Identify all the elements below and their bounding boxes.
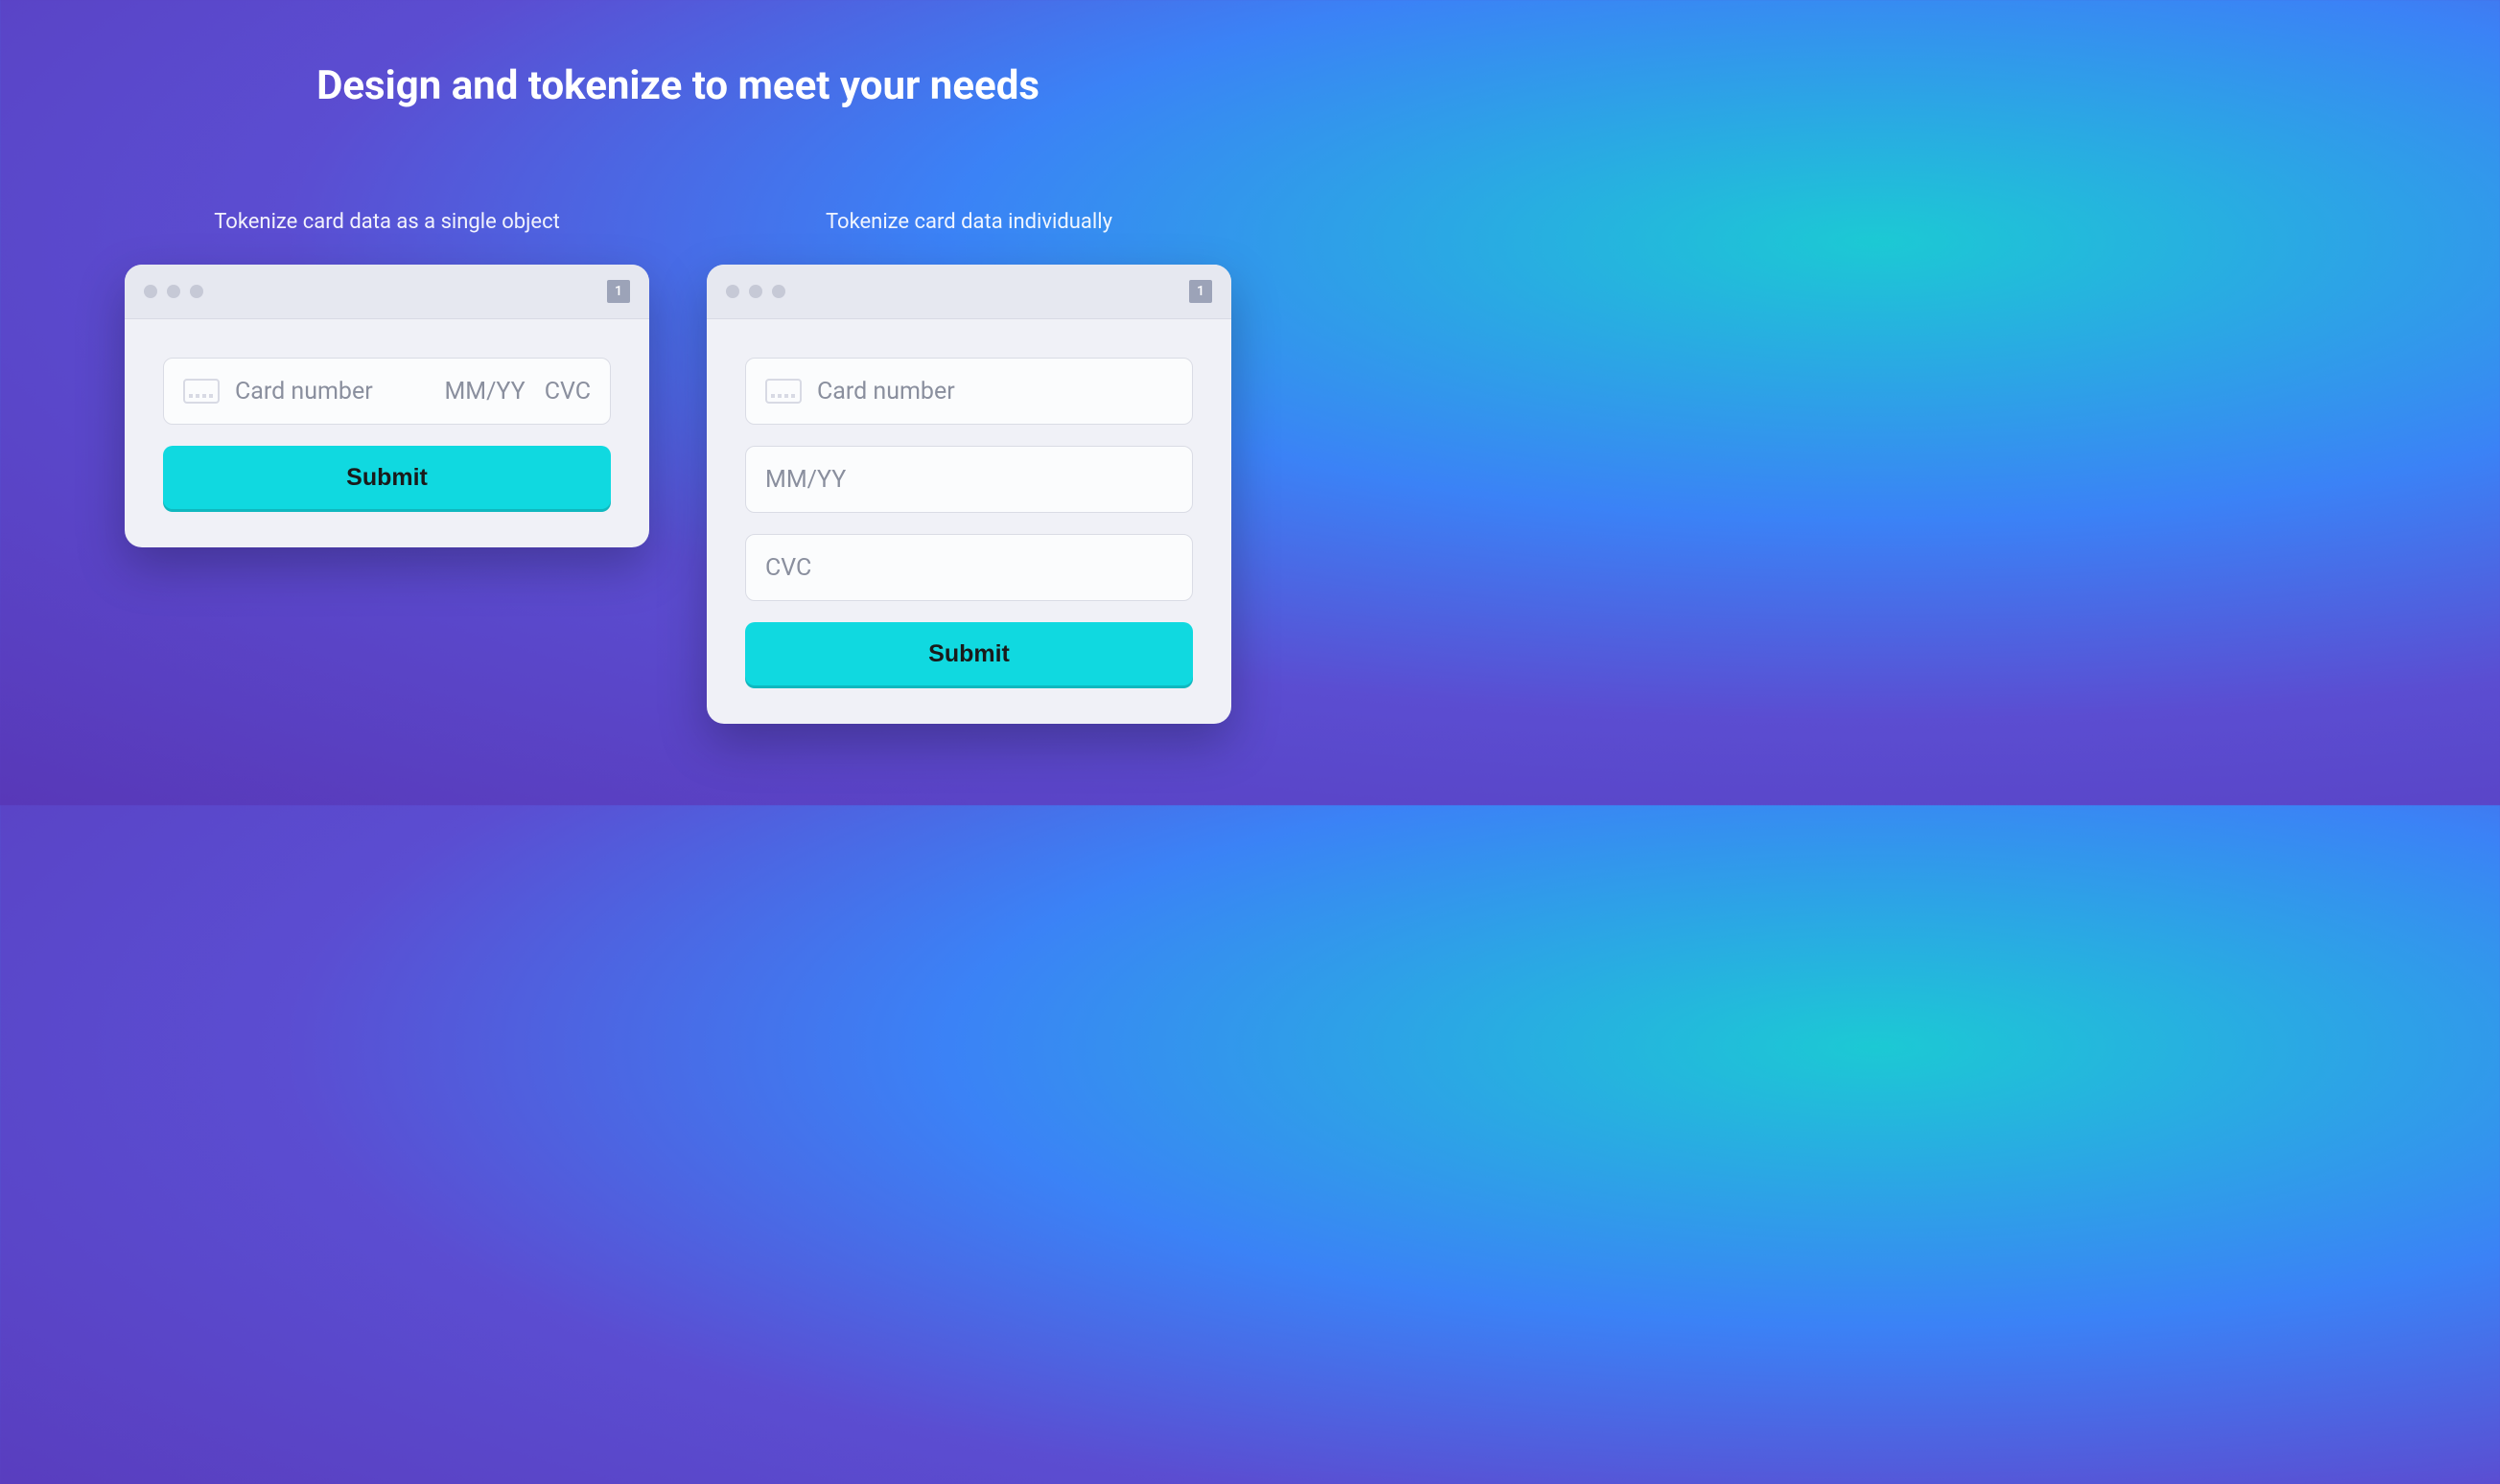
- submit-button[interactable]: Submit: [745, 622, 1193, 685]
- exp-cvc-group: MM/YY CVC: [444, 378, 591, 406]
- window-badge: 1: [1189, 280, 1212, 303]
- form-window-right: 1 Card number MM/YY CVC Submit: [707, 265, 1231, 724]
- section-label-left: Tokenize card data as a single object: [125, 210, 649, 234]
- traffic-lights: [144, 285, 203, 298]
- window-body: Card number MM/YY CVC Submit: [707, 319, 1231, 724]
- traffic-dot-zoom-icon: [772, 285, 785, 298]
- exp-placeholder: MM/YY: [444, 378, 525, 406]
- credit-card-icon: [765, 379, 802, 404]
- credit-card-icon: [183, 379, 220, 404]
- form-window-left: 1 Card number MM/YY CVC Submit: [125, 265, 649, 547]
- expiry-input[interactable]: MM/YY: [745, 446, 1193, 513]
- card-number-placeholder: Card number: [817, 378, 955, 406]
- page-title: Design and tokenize to meet your needs: [0, 62, 1356, 109]
- window-chrome: 1: [707, 265, 1231, 319]
- traffic-dot-minimize-icon: [749, 285, 762, 298]
- cvc-input[interactable]: CVC: [745, 534, 1193, 601]
- section-single-object: Tokenize card data as a single object 1 …: [125, 210, 649, 547]
- traffic-dot-minimize-icon: [167, 285, 180, 298]
- card-combined-input[interactable]: Card number MM/YY CVC: [163, 358, 611, 425]
- traffic-dot-zoom-icon: [190, 285, 203, 298]
- cards-container: Tokenize card data as a single object 1 …: [0, 210, 1356, 724]
- cvc-placeholder: CVC: [765, 554, 811, 582]
- traffic-dot-close-icon: [726, 285, 739, 298]
- section-label-right: Tokenize card data individually: [707, 210, 1231, 234]
- window-body: Card number MM/YY CVC Submit: [125, 319, 649, 547]
- card-number-input[interactable]: Card number: [745, 358, 1193, 425]
- cvc-placeholder: CVC: [545, 378, 591, 406]
- card-number-placeholder: Card number: [235, 378, 429, 406]
- exp-placeholder: MM/YY: [765, 466, 846, 494]
- window-chrome: 1: [125, 265, 649, 319]
- section-individual: Tokenize card data individually 1 Card n…: [707, 210, 1231, 724]
- submit-button[interactable]: Submit: [163, 446, 611, 509]
- window-badge: 1: [607, 280, 630, 303]
- traffic-dot-close-icon: [144, 285, 157, 298]
- traffic-lights: [726, 285, 785, 298]
